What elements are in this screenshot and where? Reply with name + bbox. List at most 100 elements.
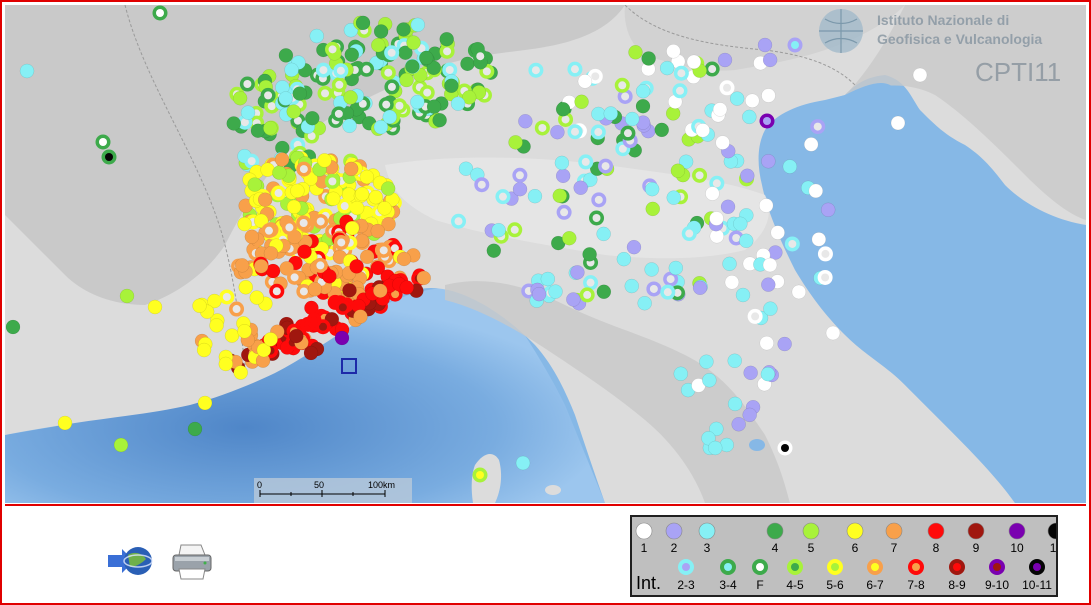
quake-marker	[596, 284, 612, 300]
quake-marker	[263, 120, 278, 136]
quake-marker	[238, 279, 253, 295]
quake-marker-core	[336, 66, 345, 75]
quake-marker	[659, 60, 675, 76]
quake-marker	[260, 162, 275, 177]
quake-marker-core	[621, 92, 630, 101]
quake-marker-core	[338, 303, 347, 312]
quake-marker	[645, 201, 660, 217]
quake-marker	[562, 230, 577, 246]
quake-marker	[777, 336, 792, 352]
quake-marker	[359, 249, 375, 265]
bottom-panel: 1 2 3 4 5 6 7 8 9 10 11 Int. 2-3 3-4 F 4-5 5-6 6-7 7-8 8-…	[5, 507, 1086, 601]
quake-marker	[743, 365, 758, 381]
legend-label-3: 3	[704, 541, 711, 555]
quake-marker	[782, 159, 798, 174]
quake-marker	[196, 342, 212, 358]
google-earth-icon	[108, 547, 153, 575]
quake-marker	[439, 31, 454, 47]
quake-marker	[731, 417, 746, 432]
legend-swatch-5	[802, 522, 820, 540]
quake-marker-core	[299, 218, 308, 227]
legend-label-7: 7	[891, 541, 898, 555]
quake-marker	[512, 181, 528, 197]
quake-marker-core	[384, 68, 393, 77]
legend-ring-label-3-4: 3-4	[719, 578, 737, 592]
quake-marker-core	[299, 287, 308, 296]
quake-marker	[355, 15, 371, 31]
quake-marker	[399, 280, 415, 295]
inland-lake	[749, 439, 765, 451]
quake-marker	[686, 54, 702, 70]
quake-marker-core	[476, 471, 484, 479]
legend-swatch-2	[665, 522, 683, 540]
quake-marker-core	[156, 9, 164, 17]
quake-marker	[666, 44, 681, 59]
intensity-legend: 1 2 3 4 5 6 7 8 9 10 11 Int. 2-3 3-4 F 4-5 5-6 6-7 7-8 8-…	[630, 515, 1058, 597]
quake-marker-core	[387, 82, 396, 91]
quake-marker	[343, 90, 358, 105]
quake-marker-core	[594, 128, 603, 137]
quake-marker	[218, 356, 234, 372]
quake-marker-core	[379, 246, 388, 255]
quake-marker	[460, 56, 475, 72]
quake-marker	[19, 63, 35, 79]
quake-marker-core	[382, 100, 391, 109]
quake-marker-core	[321, 89, 330, 98]
quake-marker	[692, 280, 708, 296]
quake-marker-core	[618, 81, 627, 90]
quake-marker	[410, 94, 425, 110]
quake-marker	[147, 299, 163, 315]
quake-marker-core	[362, 65, 371, 74]
google-earth-button[interactable]	[105, 539, 155, 583]
quake-marker-core	[335, 80, 344, 89]
quake-marker	[344, 220, 360, 236]
legend-label-2: 2	[671, 541, 678, 555]
quake-marker	[666, 190, 681, 205]
quake-marker	[727, 353, 742, 369]
quake-marker-core	[443, 47, 452, 56]
quake-marker-core	[791, 41, 799, 49]
legend-swatch-4	[766, 522, 784, 540]
quake-marker-core	[581, 157, 590, 166]
legend-ring-label-10-11: 10-11	[1022, 578, 1052, 592]
print-button[interactable]	[167, 539, 217, 583]
legend-ring-row: 2-3 3-4 F 4-5 5-6 6-7 7-8 8-9 9-10 10-11	[677, 559, 1052, 592]
quake-marker	[380, 181, 396, 196]
quake-marker-core	[498, 192, 507, 201]
quake-marker-core	[316, 217, 325, 226]
quake-marker-core	[813, 122, 822, 131]
quake-marker	[757, 37, 773, 53]
legend-ring-label-6-7: 6-7	[866, 578, 884, 592]
scale-tick-label: 100km	[368, 480, 395, 490]
legend-swatch-7	[885, 522, 903, 540]
quake-marker	[644, 181, 660, 197]
quake-marker	[720, 199, 736, 215]
intensity-map[interactable]: Istituto Nazionale di Geofisica e Vulcan…	[5, 5, 1086, 503]
legend-label-6: 6	[852, 541, 859, 555]
legend-swatch-3	[698, 522, 716, 540]
quake-marker	[762, 257, 778, 273]
quake-marker	[550, 124, 565, 140]
quake-marker	[249, 290, 265, 305]
quake-marker	[738, 233, 754, 249]
quake-marker-core	[712, 179, 721, 188]
quake-marker	[226, 116, 241, 131]
quake-marker	[396, 251, 412, 267]
quake-marker	[224, 328, 240, 343]
quake-marker	[727, 396, 743, 412]
quake-marker	[353, 309, 368, 324]
quake-marker	[591, 106, 606, 122]
quake-marker	[416, 270, 431, 286]
quake-marker	[717, 52, 733, 68]
quake-marker	[343, 161, 359, 177]
small-island	[545, 485, 561, 495]
quake-marker	[233, 365, 248, 380]
quake-marker	[382, 109, 397, 125]
quake-marker	[342, 283, 357, 298]
quake-marker-core	[232, 305, 241, 314]
quake-marker-core	[395, 101, 404, 110]
quake-marker-core	[423, 88, 432, 97]
quake-marker-core	[290, 273, 299, 282]
quake-marker-core	[274, 189, 283, 198]
legend-int-label: Int.	[636, 573, 661, 593]
